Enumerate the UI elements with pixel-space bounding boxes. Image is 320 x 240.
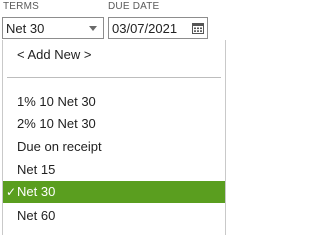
menu-item-label: Net 30: [17, 184, 56, 199]
menu-item-label: Net 15: [17, 162, 56, 177]
terms-dropdown-menu: < Add New > 1% 10 Net 30 2% 10 Net 30 Du…: [2, 40, 226, 235]
menu-item-label: < Add New >: [17, 47, 92, 62]
due-date-label: DUE DATE: [108, 1, 160, 12]
terms-select[interactable]: Net 30: [2, 17, 104, 39]
menu-item-add-new[interactable]: < Add New >: [3, 44, 225, 66]
menu-item-due-on-receipt[interactable]: Due on receipt: [3, 136, 225, 158]
terms-select-value: Net 30: [6, 21, 45, 36]
checkmark-icon: ✓: [6, 185, 17, 199]
menu-item-net-60[interactable]: Net 60: [3, 205, 225, 227]
terms-label: TERMS: [3, 1, 39, 12]
menu-divider: [7, 77, 221, 78]
menu-item-net-30[interactable]: ✓ Net 30: [3, 181, 225, 203]
menu-item-net-15[interactable]: Net 15: [3, 159, 225, 181]
menu-item-label: Net 60: [17, 208, 56, 223]
menu-item-1-10-net-30[interactable]: 1% 10 Net 30: [3, 91, 225, 113]
calendar-icon[interactable]: [192, 22, 204, 34]
menu-item-label: 2% 10 Net 30: [17, 116, 96, 131]
chevron-down-icon[interactable]: [89, 26, 97, 31]
menu-item-label: Due on receipt: [17, 139, 102, 154]
menu-item-2-10-net-30[interactable]: 2% 10 Net 30: [3, 113, 225, 135]
due-date-value: 03/07/2021: [112, 21, 178, 36]
due-date-field[interactable]: 03/07/2021: [108, 17, 208, 39]
menu-item-label: 1% 10 Net 30: [17, 94, 96, 109]
